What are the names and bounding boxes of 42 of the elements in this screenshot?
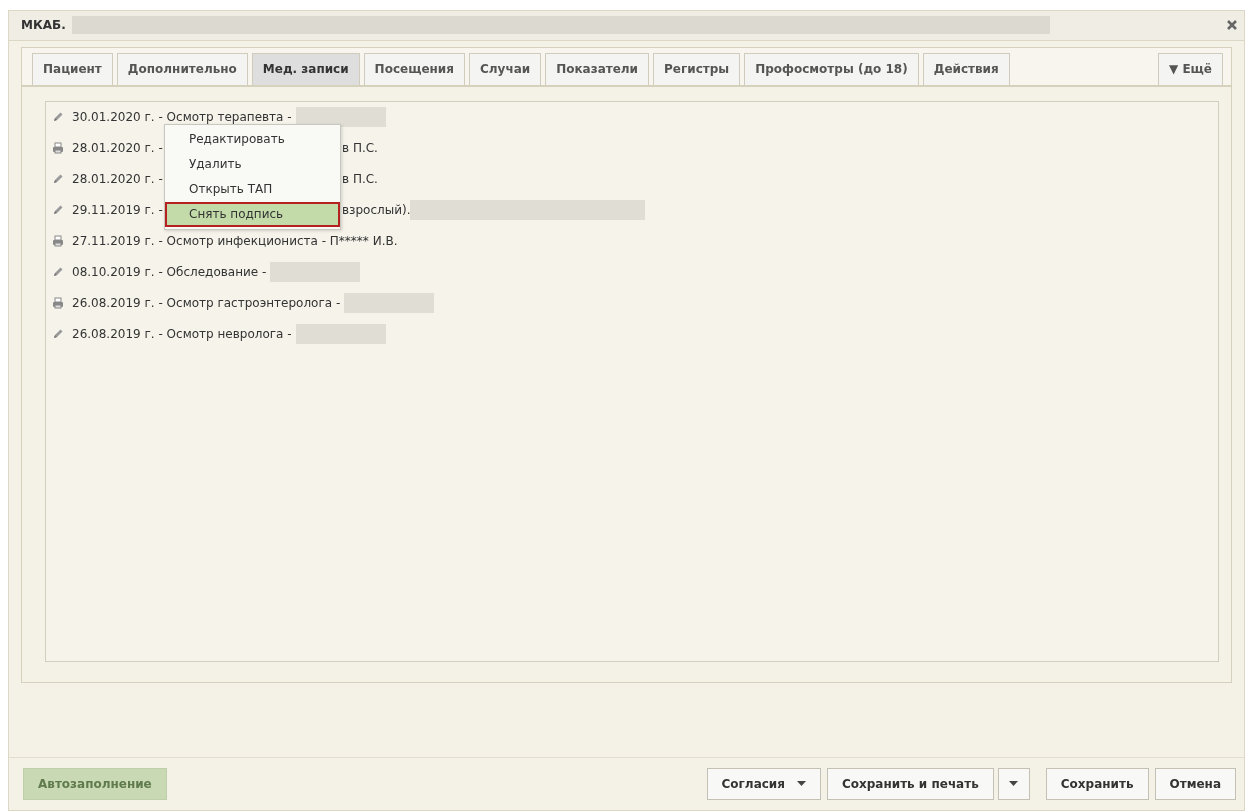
tab[interactable]: Случаи	[468, 52, 542, 85]
dropdown-button[interactable]	[997, 767, 1030, 800]
pencil-icon	[52, 328, 64, 341]
pencil-icon	[52, 266, 64, 279]
record-link[interactable]: 28.01.2020 г. -	[72, 141, 163, 156]
record-link[interactable]: 26.08.2019 г. - Осмотр невролога -	[72, 327, 292, 342]
tab[interactable]: Действия	[922, 52, 1010, 85]
more-tab[interactable]: ▼ Ещё	[1158, 52, 1223, 85]
tab[interactable]: Мед. записи	[251, 52, 360, 85]
close-icon[interactable]	[1226, 19, 1238, 32]
record-link[interactable]: 29.11.2019 г. -	[72, 203, 163, 218]
record-link[interactable]: в П.С.	[342, 172, 378, 187]
record-link[interactable]: 28.01.2020 г. -	[72, 172, 163, 187]
tab[interactable]: Показатели	[545, 52, 650, 85]
record-link[interactable]: 26.08.2019 г. - Осмотр гастроэнтеролога -	[72, 296, 341, 311]
dropdown-button[interactable]: Согласия	[706, 767, 821, 800]
tab[interactable]: Дополнительно	[116, 52, 248, 85]
pencil-icon	[52, 111, 64, 124]
tab[interactable]: Регистры	[653, 52, 741, 85]
button[interactable]: Сохранить	[1045, 767, 1149, 800]
caret-icon	[796, 781, 806, 787]
printer-icon	[52, 142, 64, 155]
pencil-icon	[52, 173, 64, 186]
menu-item[interactable]: Удалить	[165, 151, 340, 177]
button[interactable]: Отмена	[1154, 767, 1236, 800]
tab[interactable]: Посещения	[363, 52, 465, 85]
record-link[interactable]: 30.01.2020 г. - Осмотр терапевта -	[72, 110, 292, 125]
record-link[interactable]: 08.10.2019 г. - Обследование -	[72, 265, 267, 280]
record-link[interactable]: 27.11.2019 г. - Осмотр инфекциониста - П***** И.В.	[72, 234, 398, 249]
menu-item[interactable]: Снять подпись	[165, 201, 340, 227]
menu-item[interactable]: Открыть ТАП	[165, 176, 340, 202]
tab[interactable]: Профосмотры (до 18)	[744, 52, 919, 85]
record-link[interactable]: взрослый).	[342, 203, 411, 218]
menu-item[interactable]: Редактировать	[165, 126, 340, 152]
caret-icon	[1009, 781, 1019, 787]
button[interactable]: Сохранить и печать	[826, 767, 994, 800]
printer-icon	[52, 297, 64, 310]
printer-icon	[52, 235, 64, 248]
pencil-icon	[52, 204, 64, 217]
window-title: МКАБ.	[21, 18, 66, 33]
record-link[interactable]: в П.С.	[342, 141, 378, 156]
tab[interactable]: Пациент	[32, 52, 113, 85]
